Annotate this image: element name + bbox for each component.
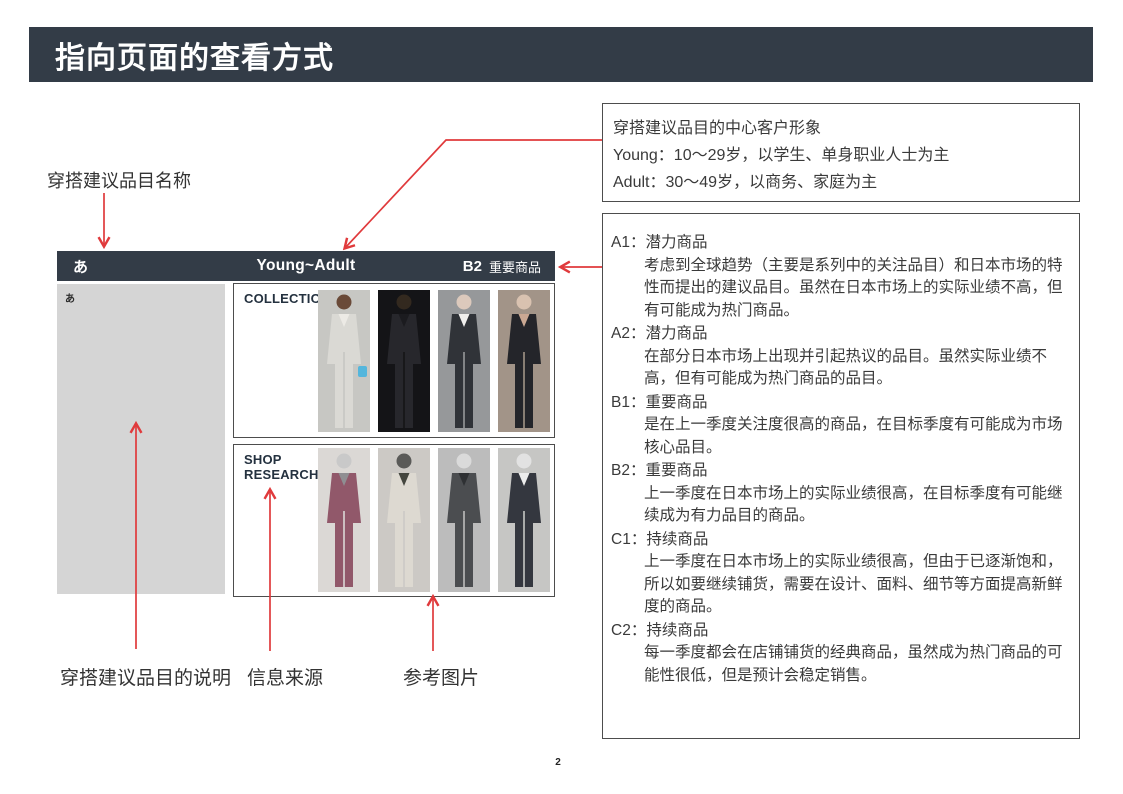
category-ranking-box: A1：潜力商品 考虑到全球趋势（主要是系列中的关注品目）和日本市场的特性而提出的… xyxy=(602,213,1080,739)
page-title: 指向页面的查看方式 xyxy=(55,33,334,77)
audience-adult: Adult：30～49岁，以商务、家庭为主 xyxy=(613,169,1069,196)
suit-figure xyxy=(318,290,370,432)
suit-figure xyxy=(378,448,430,592)
mock-description-panel: あ xyxy=(57,284,225,594)
category-item-c2: C2：持续商品 每一季度都会在店铺铺货的经典商品，虽然成为热门商品的可能性很低，… xyxy=(611,620,1063,688)
shop-research-section: SHOP RESEARCH xyxy=(233,444,555,597)
rank-label: 重要商品 xyxy=(489,257,541,276)
category-desc: 每一季度都会在店铺铺货的经典商品，虽然成为热门商品的可能性很低，但是预计会稳定销… xyxy=(611,642,1063,687)
collection-photo-row xyxy=(318,290,550,432)
category-desc: 上一季度在日本市场上的实际业绩很高，但由于已逐渐饱和，所以如要继续铺货，需要在设… xyxy=(611,551,1063,619)
category-desc: 上一季度在日本市场上的实际业绩很高，在目标季度有可能继续成为有力品目的商品。 xyxy=(611,483,1063,528)
runway-photo xyxy=(498,290,550,432)
mannequin-photo xyxy=(498,448,550,592)
shop-research-label: SHOP RESEARCH xyxy=(244,452,319,482)
arrow-audience xyxy=(345,140,602,248)
audience-young: Young：10～29岁，以学生、单身职业人士为主 xyxy=(613,142,1069,169)
slide: { "slide": { "title": "指向页面的查看方式", "page… xyxy=(0,0,1123,794)
collection-section: COLLECTION xyxy=(233,283,555,438)
runway-photo xyxy=(438,290,490,432)
suit-figure xyxy=(438,448,490,592)
category-item-a1: A1：潜力商品 考虑到全球趋势（主要是系列中的关注品目）和日本市场的特性而提出的… xyxy=(611,232,1063,322)
rank-code: B2 xyxy=(463,258,482,275)
slide-title-bar: 指向页面的查看方式 xyxy=(29,27,1093,82)
suit-figure xyxy=(498,448,550,592)
suit-figure xyxy=(498,290,550,432)
category-label: A1：潜力商品 xyxy=(611,232,1063,255)
category-label: B2：重要商品 xyxy=(611,460,1063,483)
category-item-c1: C1：持续商品 上一季度在日本市场上的实际业绩很高，但由于已逐渐饱和，所以如要继… xyxy=(611,529,1063,619)
category-item-b1: B1：重要商品 是在上一季度关注度很高的商品，在目标季度有可能成为市场核心品目。 xyxy=(611,392,1063,460)
suit-figure xyxy=(318,448,370,592)
category-desc: 在部分日本市场上出现并引起热议的品目。虽然实际业绩不高，但有可能成为热门商品的品… xyxy=(611,346,1063,391)
mannequin-photo xyxy=(318,448,370,592)
suit-figure xyxy=(438,290,490,432)
suit-figure xyxy=(378,290,430,432)
audience-box: 穿搭建议品目的中心客户形象 Young：10～29岁，以学生、单身职业人士为主 … xyxy=(602,103,1080,202)
runway-photo xyxy=(318,290,370,432)
runway-photo xyxy=(378,290,430,432)
annotation-info-source: 信息来源 xyxy=(247,663,323,690)
category-desc: 考虑到全球趋势（主要是系列中的关注品目）和日本市场的特性而提出的建议品目。虽然在… xyxy=(611,255,1063,323)
category-item-a2: A2：潜力商品 在部分日本市场上出现并引起热议的品目。虽然实际业绩不高，但有可能… xyxy=(611,323,1063,391)
category-label: B1：重要商品 xyxy=(611,392,1063,415)
mock-page-header: あ Young~Adult B2 重要商品 xyxy=(57,251,555,281)
mannequin-photo xyxy=(438,448,490,592)
category-label: C1：持续商品 xyxy=(611,529,1063,552)
category-desc: 是在上一季度关注度很高的商品，在目标季度有可能成为市场核心品目。 xyxy=(611,414,1063,459)
panel-category-mark: あ xyxy=(65,294,75,305)
annotation-reference-images: 参考图片 xyxy=(403,663,479,690)
shop-label-line1: SHOP xyxy=(244,452,319,467)
annotation-item-name: 穿搭建议品目名称 xyxy=(47,167,191,193)
audience-title: 穿搭建议品目的中心客户形象 xyxy=(613,115,1069,142)
mock-header-rank: B2 重要商品 xyxy=(463,257,541,276)
shop-photo-row xyxy=(318,448,550,592)
mannequin-photo xyxy=(378,448,430,592)
page-number: 2 xyxy=(548,757,568,768)
category-label: C2：持续商品 xyxy=(611,620,1063,643)
annotation-item-desc: 穿搭建议品目的说明 xyxy=(60,663,231,690)
category-item-b2: B2：重要商品 上一季度在日本市场上的实际业绩很高，在目标季度有可能继续成为有力… xyxy=(611,460,1063,528)
shop-label-line2: RESEARCH xyxy=(244,467,319,482)
category-label: A2：潜力商品 xyxy=(611,323,1063,346)
